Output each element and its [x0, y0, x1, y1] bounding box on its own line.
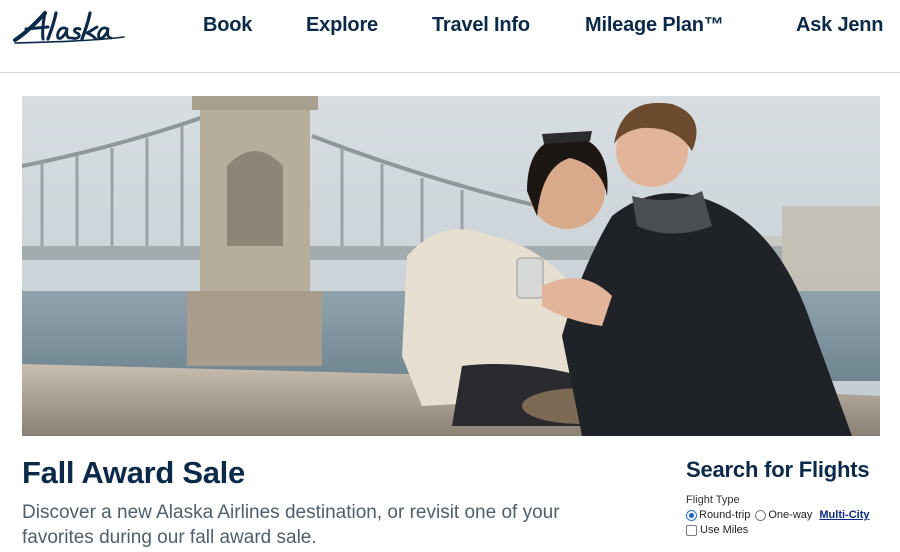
round-trip-radio[interactable] — [686, 509, 697, 521]
flight-type-label: Flight Type — [686, 494, 740, 506]
site-header: Book Explore Travel Info Mileage Plan™ A… — [0, 0, 900, 73]
hero-image[interactable] — [22, 96, 880, 436]
one-way-radio[interactable] — [755, 509, 767, 521]
round-trip-label[interactable]: Round-trip — [699, 509, 750, 521]
hero-photo-illustration — [22, 96, 880, 436]
promo-title: Fall Award Sale — [22, 455, 245, 490]
use-miles-checkbox[interactable] — [686, 524, 697, 536]
search-flights-title: Search for Flights — [686, 457, 870, 482]
use-miles-label[interactable]: Use Miles — [700, 524, 748, 536]
main-nav: Book Explore Travel Info Mileage Plan™ A… — [0, 14, 900, 42]
nav-travel-info[interactable]: Travel Info — [432, 14, 530, 37]
flight-type-options: Round-trip One-way Multi-City — [686, 508, 870, 522]
use-miles-option: Use Miles — [686, 524, 748, 536]
one-way-label[interactable]: One-way — [768, 509, 812, 521]
promo-description: Discover a new Alaska Airlines destinati… — [22, 502, 560, 548]
nav-explore[interactable]: Explore — [306, 14, 378, 37]
nav-ask-jenn[interactable]: Ask Jenn — [796, 14, 884, 37]
nav-book[interactable]: Book — [203, 14, 252, 37]
multi-city-link[interactable]: Multi-City — [819, 509, 869, 521]
nav-mileage-plan[interactable]: Mileage Plan™ — [585, 14, 724, 37]
